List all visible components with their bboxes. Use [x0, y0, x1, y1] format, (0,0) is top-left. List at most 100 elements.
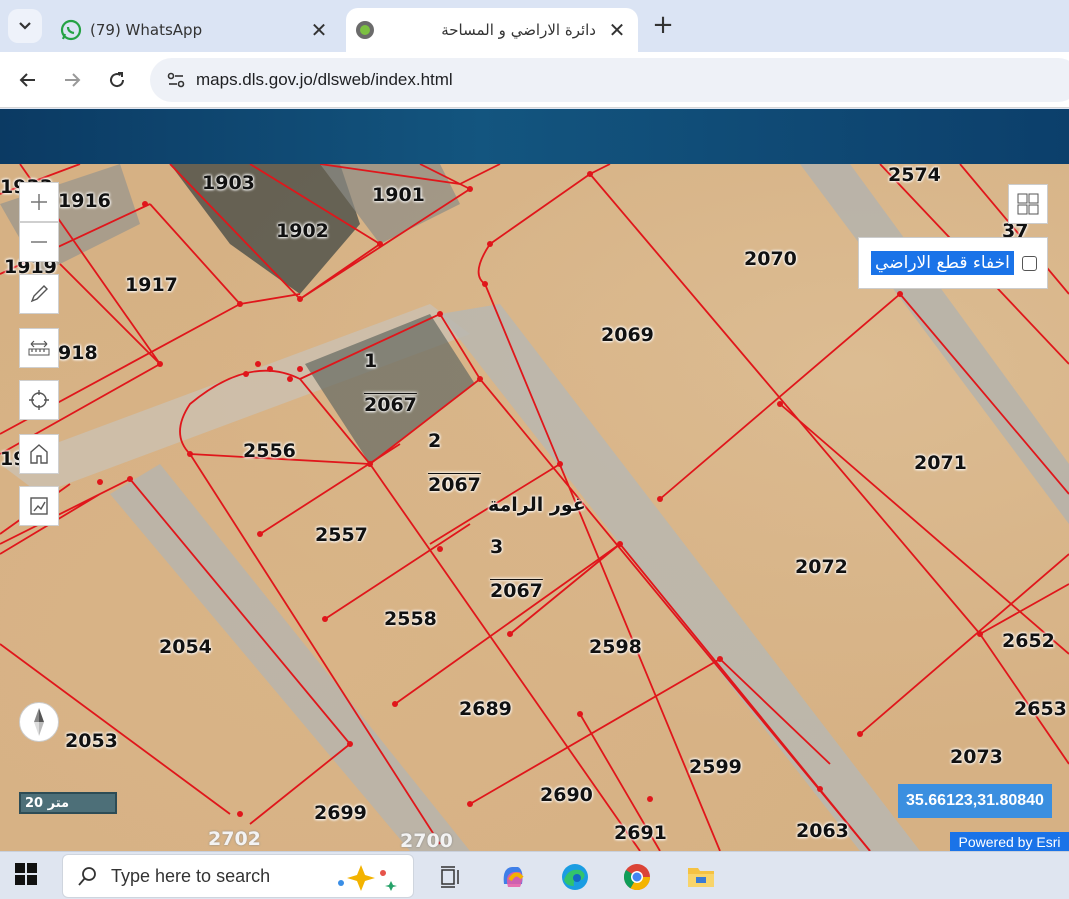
parcel-label: 918 — [58, 342, 98, 364]
copilot-sparkle-icon — [338, 865, 397, 891]
search-icon — [78, 867, 96, 886]
parcel-label: 2652 — [1002, 630, 1055, 652]
parcel-label: 1 — [364, 350, 378, 372]
browser-tab-strip: (79) WhatsApp ✕ دائرة الاراضي و المساحة … — [0, 0, 1069, 52]
basemap-grid-icon — [1017, 193, 1039, 215]
zoom-in-button[interactable] — [19, 182, 59, 222]
parcel-label: 1916 — [58, 190, 111, 212]
parcel-label: 2599 — [689, 756, 742, 778]
parcel-label: 2653 — [1014, 698, 1067, 720]
parcel-label: 2069 — [601, 324, 654, 346]
whatsapp-icon — [60, 19, 82, 41]
site-info-icon[interactable] — [156, 58, 196, 102]
hide-parcels-panel: اخفاء قطع الاراضي — [858, 237, 1048, 289]
parcel-label: 2574 — [888, 164, 941, 186]
tab-title: (79) WhatsApp — [90, 21, 203, 39]
parcel-label: 2690 — [540, 784, 593, 806]
windows-taskbar: Type here to search — [0, 851, 1069, 899]
dls-favicon-icon — [354, 19, 376, 41]
parcel-label: 2072 — [795, 556, 848, 578]
parcel-label: 2 — [428, 430, 442, 452]
tab-whatsapp[interactable]: (79) WhatsApp ✕ — [52, 8, 340, 52]
reload-icon — [110, 72, 125, 88]
zoom-out-button[interactable] — [19, 222, 59, 262]
parcel-label: 2073 — [950, 746, 1003, 768]
chevron-down-icon — [19, 22, 31, 30]
building — [170, 164, 360, 294]
parcel-label: 1902 — [276, 220, 329, 242]
parcel-label: 2700 — [400, 830, 453, 851]
copilot-button[interactable] — [496, 860, 530, 894]
parcel-label: 3 — [490, 536, 504, 558]
parcel-label: 2054 — [159, 636, 212, 658]
parcel-label: 2699 — [314, 802, 367, 824]
file-explorer-button[interactable] — [684, 860, 718, 894]
close-tab-icon[interactable]: ✕ — [604, 17, 630, 43]
search-placeholder: Type here to search — [111, 865, 271, 886]
esri-attribution[interactable]: Powered by Esri — [950, 832, 1069, 851]
pencil-icon — [30, 285, 48, 303]
parcel-label: 2598 — [589, 636, 642, 658]
parcel-label: 2070 — [744, 248, 797, 270]
arrow-left-icon — [19, 73, 35, 87]
crosshair-icon — [29, 390, 49, 410]
home-button[interactable] — [19, 434, 59, 474]
area-name-label: غور الرامة — [488, 494, 586, 516]
map-view[interactable]: 1916 1919 1917 918 1903 1901 1902 2574 3… — [0, 164, 1069, 851]
scale-label: 20 متر — [25, 795, 70, 811]
copilot-icon — [503, 867, 524, 887]
task-view-icon — [441, 866, 459, 888]
parcel-label: 2691 — [614, 822, 667, 844]
hide-parcels-checkbox[interactable] — [1021, 255, 1037, 271]
start-button[interactable] — [14, 862, 44, 892]
plus-icon — [31, 194, 47, 210]
compass-icon — [34, 708, 44, 736]
tab-dls[interactable]: دائرة الاراضي و المساحة ✕ — [346, 8, 638, 52]
chrome-button[interactable] — [620, 860, 654, 894]
back-button[interactable] — [12, 64, 44, 96]
measure-button[interactable] — [19, 328, 59, 368]
parcel-label: 2689 — [459, 698, 512, 720]
chrome-icon — [623, 864, 651, 891]
forward-button[interactable] — [56, 64, 88, 96]
parcel-label: 2556 — [243, 440, 296, 462]
tab-title: دائرة الاراضي و المساحة — [441, 21, 596, 39]
basemap-toggle-button[interactable] — [1008, 184, 1048, 224]
parcel-label: 2067 — [364, 394, 417, 416]
address-bar[interactable]: maps.dls.gov.jo/dlsweb/index.html — [150, 58, 1069, 102]
taskbar-search[interactable]: Type here to search — [62, 854, 414, 898]
parcel-label: 2557 — [315, 524, 368, 546]
windows-icon — [15, 863, 37, 885]
ruler-icon — [28, 340, 50, 356]
locate-button[interactable] — [19, 380, 59, 420]
arrow-right-icon — [65, 73, 81, 87]
parcel-label: 1917 — [125, 274, 178, 296]
hide-parcels-label: اخفاء قطع الاراضي — [871, 251, 1014, 275]
parcel-label: 2558 — [384, 608, 437, 630]
edge-button[interactable] — [558, 860, 592, 894]
parcel-label: 2071 — [914, 452, 967, 474]
close-tab-icon[interactable]: ✕ — [306, 17, 332, 43]
coordinates-readout: 35.66123,31.80840 — [898, 784, 1052, 818]
tab-search-button[interactable] — [8, 9, 42, 43]
task-view-button[interactable] — [434, 860, 468, 894]
map-edit-icon — [30, 497, 48, 515]
parcel-label: 1903 — [202, 172, 255, 194]
compass-button[interactable] — [19, 702, 59, 742]
scale-bar: 20 متر — [19, 792, 117, 814]
minus-icon — [31, 241, 47, 243]
reload-button[interactable] — [101, 64, 133, 96]
parcel-label: 2067 — [428, 474, 481, 496]
parcel-label: 2063 — [796, 820, 849, 842]
parcel-label: 1901 — [372, 184, 425, 206]
parcel-label: 2067 — [490, 580, 543, 602]
edge-icon — [562, 864, 588, 890]
parcel-label: 2702 — [208, 828, 261, 850]
print-map-button[interactable] — [19, 486, 59, 526]
home-icon — [30, 444, 48, 464]
url-text: maps.dls.gov.jo/dlsweb/index.html — [196, 70, 453, 89]
browser-toolbar: maps.dls.gov.jo/dlsweb/index.html — [0, 52, 1069, 108]
draw-button[interactable] — [19, 274, 59, 314]
parcel-label: 2053 — [65, 730, 118, 752]
new-tab-button[interactable]: + — [648, 10, 678, 40]
